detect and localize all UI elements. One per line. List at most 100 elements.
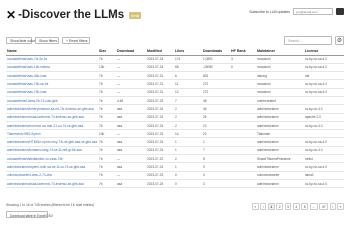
page-button[interactable]: 2	[276, 203, 284, 210]
table-row: unknowntoseler/Lamu-2-74-cha 7b —2023-07-2…	[6, 171, 344, 180]
page-button[interactable]: …	[309, 203, 318, 210]
table-cell: 2023-07-24	[146, 63, 174, 73]
table-cell: 2023-07-21	[146, 88, 174, 98]
column-header[interactable]: Size	[98, 47, 116, 56]
table-cell	[230, 121, 256, 131]
table-cell: 7b	[98, 162, 116, 172]
model-name-link[interactable]: administoriamn/olpeml-ruhir-sa-mr-2t-cu-…	[6, 162, 98, 172]
table-cell: —	[116, 55, 146, 64]
page-button[interactable]: 47	[319, 203, 329, 210]
model-name-link[interactable]: administoriamn/HTMSnr-npnrc-mny-74r-se-g…	[6, 137, 98, 147]
table-cell: asa	[116, 137, 146, 147]
model-name-link[interactable]: ocnaadeferia/vsas-44b-cnat	[6, 71, 98, 81]
column-header[interactable]: Maintainer	[256, 47, 304, 56]
table-cell: 3	[230, 55, 256, 64]
model-name-link[interactable]: administoriamn/nomrnor-sa-mar-2-t-cu-74-…	[6, 121, 98, 131]
table-cell: 1	[202, 137, 230, 147]
page-button[interactable]: «	[251, 203, 259, 210]
table-cell: administoriamn	[256, 113, 304, 122]
table-cell: undercreated	[256, 96, 304, 106]
table-row: ocnaadeferia/vsas-74r-liv-2s 7b —2023-07-2…	[6, 55, 344, 64]
table-row: administoriamn/osaa-lavemnix-74-instrnsc…	[6, 113, 344, 122]
table-cell	[230, 129, 256, 139]
table-cell: 1	[174, 146, 202, 156]
table-cell: asa	[116, 121, 146, 131]
reset-filters-button[interactable]: + Reset filters	[62, 37, 90, 44]
logo-icon: ✕	[6, 8, 16, 22]
table-cell: 2023-07-24	[146, 113, 174, 122]
model-name-link[interactable]: ocnaadeferia/Llama-2b-74-cuto-gbb	[6, 96, 98, 106]
table-cell: 7	[202, 146, 230, 156]
column-header[interactable]: Downloads	[202, 47, 230, 56]
table-cell	[230, 137, 256, 147]
table-header-row: Name Size Download Modified Likes Downloads HF…	[6, 47, 344, 56]
model-name-link[interactable]: ocnaadeferia/vsas-74r-liv-2s	[6, 55, 98, 64]
page-button[interactable]: 3	[284, 203, 292, 210]
table-cell: apache-2.0	[304, 113, 344, 122]
page-button[interactable]: ›	[329, 203, 336, 210]
table-cell	[230, 79, 256, 89]
table-cell: 2023-07-21	[146, 71, 174, 81]
table-row: administoriamn/nomrnor-sa-mar-2-t-cu-74-…	[6, 121, 344, 131]
page-button[interactable]: ‹	[260, 203, 267, 210]
table-cell: 2023-07-22	[146, 154, 174, 164]
model-name-link[interactable]: administoriamn/lumaoxv-lang-74-se-2t-zei…	[6, 146, 98, 156]
table-cell: 7b	[98, 71, 116, 81]
table-cell: cc-by-nc-4.0	[304, 121, 344, 131]
column-header[interactable]: Likes	[174, 47, 202, 56]
table-cell: 14	[174, 129, 202, 139]
column-header[interactable]: HF Rank	[230, 47, 256, 56]
table-cell	[230, 96, 256, 106]
table-cell: 7b	[98, 79, 116, 89]
table-cell: mosaicml	[256, 79, 304, 89]
table-cell: 0	[230, 63, 256, 73]
search-input[interactable]: Search...	[284, 36, 332, 45]
model-name-link[interactable]: unknowntoseler/Lamu-2-74-cha	[6, 171, 98, 180]
table-cell: 7b	[98, 113, 116, 122]
gear-icon[interactable]: ⚙	[335, 36, 344, 45]
table-cell: 7b	[98, 146, 116, 156]
table-row: ocnaadeferia/vsas-44b-cnat 7b —2023-07-21 6…	[6, 71, 344, 81]
table-cell: cc-by-nc-sa-4.0	[304, 63, 344, 73]
model-name-link[interactable]: administoriamn/loneryrmanum-sa-mt-74r-in…	[6, 104, 98, 114]
model-name-link[interactable]: administoriamn/asaa-lavemnix-74-instrnsc…	[6, 179, 98, 189]
table-cell: 174	[174, 55, 202, 64]
model-name-link[interactable]: ocnaadeferia/vsas-14b-instnsc	[6, 63, 98, 73]
show-filters-button[interactable]: Show filters	[35, 37, 59, 44]
model-name-link[interactable]: ocnaadeferia/vsas-74b-cnat	[6, 88, 98, 98]
table-cell: ShadeTiburnaPrlandme	[256, 154, 304, 164]
show-hide-columns-button[interactable]: Show/hide columns	[6, 37, 40, 44]
column-header[interactable]: Modified	[146, 47, 174, 56]
column-header[interactable]: Name	[6, 47, 98, 56]
page-button[interactable]: »	[337, 203, 344, 210]
table-cell: administoriamn	[256, 121, 304, 131]
table-cell: 2023-07-21	[146, 79, 174, 89]
table-cell: cc-by-nc-sa-4.0	[304, 162, 344, 172]
column-header[interactable]: Download	[116, 47, 146, 56]
table-cell: administoriamn	[256, 137, 304, 147]
email-field[interactable]	[293, 8, 333, 15]
table-cell: mhist	[304, 154, 344, 164]
page-button[interactable]: 4	[292, 203, 300, 210]
table-cell: cc-by-nc-4.0	[304, 146, 344, 156]
table-cell	[230, 171, 256, 180]
model-name-link[interactable]: ocnaadeferia/sistedlambor-co-vsas-74b	[6, 154, 98, 164]
table-cell: 2023-07-24	[146, 137, 174, 147]
model-name-link[interactable]: Tlabmn/wb-HBS-Syrem	[6, 129, 98, 139]
table-cell: 7b	[98, 55, 116, 64]
page-button[interactable]: 1	[267, 203, 275, 210]
subscribe-button[interactable]	[336, 8, 344, 15]
table-row: administoriamn/lumaoxv-lang-74-se-2t-zei…	[6, 146, 344, 156]
download-table-button[interactable]: Download table in Excel/CSV	[6, 211, 53, 218]
table-cell: 2023-07-24	[146, 104, 174, 114]
model-name-link[interactable]: ocnaadeferia/vsas-74b-sa-mt	[6, 79, 98, 89]
table-cell: 2023-07-23	[146, 96, 174, 106]
table-cell: cc-by-nc-sa-4.0	[304, 179, 344, 189]
table-row: ocnaadeferia/Llama-2b-74-cuto-gbb 7b 4.48 2…	[6, 96, 344, 106]
table-cell: cc-by-nc-4.0	[304, 104, 344, 114]
column-header[interactable]: License	[304, 47, 344, 56]
model-name-link[interactable]: administoriamn/osaa-lavemnix-74-instrnsc…	[6, 113, 98, 122]
table-cell: 1,0891	[202, 55, 230, 64]
page-button[interactable]: 5	[301, 203, 309, 210]
table-cell: 2	[174, 113, 202, 122]
